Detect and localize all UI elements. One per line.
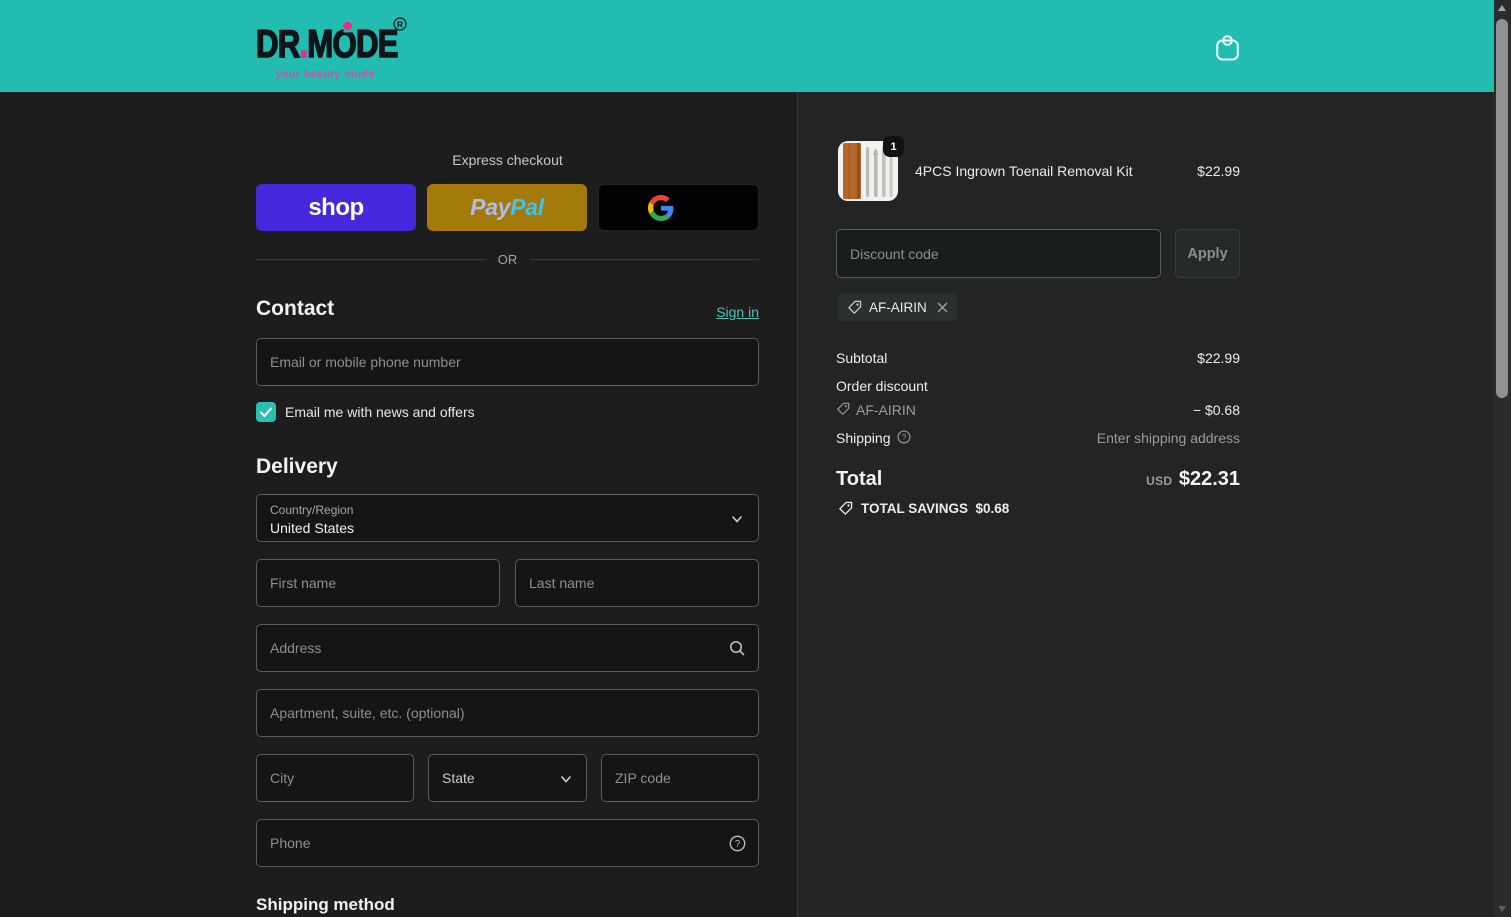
svg-text:DR.MODE: DR.MODE (256, 23, 398, 66)
svg-text:R: R (397, 20, 403, 30)
svg-text:?: ? (902, 433, 907, 442)
svg-text:your beauty mode: your beauty mode (275, 69, 375, 81)
svg-text:?: ? (735, 839, 741, 850)
